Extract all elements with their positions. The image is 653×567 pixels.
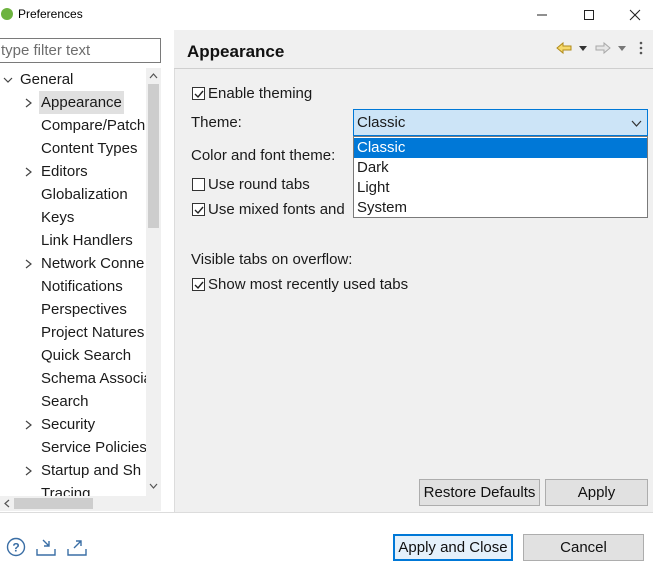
tree-item-label: Security [41, 416, 96, 433]
chevron-right-icon[interactable] [23, 160, 33, 183]
apply-and-close-button[interactable]: Apply and Close [393, 534, 513, 561]
theme-option-system[interactable]: System [354, 198, 647, 218]
scroll-left-icon[interactable] [0, 496, 14, 511]
filter-input[interactable] [0, 38, 161, 63]
tree-item-label: Schema Associa [41, 370, 146, 387]
view-menu-icon[interactable] [636, 40, 646, 56]
scroll-down-icon[interactable] [146, 478, 161, 494]
cancel-button[interactable]: Cancel [523, 534, 644, 561]
restore-defaults-button[interactable]: Restore Defaults [419, 479, 540, 506]
chevron-right-icon[interactable] [23, 252, 33, 275]
theme-option-dark[interactable]: Dark [354, 158, 647, 178]
enable-theming-checkbox[interactable] [192, 87, 205, 100]
tree-item-label: Search [41, 393, 89, 410]
chevron-right-icon[interactable] [23, 413, 33, 436]
help-icon[interactable]: ? [5, 536, 27, 558]
back-arrow-icon[interactable] [556, 40, 572, 56]
page-title: Appearance [187, 42, 285, 61]
theme-select[interactable]: Classic [353, 109, 648, 136]
color-font-theme-label: Color and font theme: [191, 147, 336, 164]
minimize-icon[interactable] [519, 0, 565, 30]
chevron-down-icon[interactable] [3, 68, 13, 91]
show-recent-tabs-label[interactable]: Show most recently used tabs [208, 276, 408, 293]
window-title: Preferences [18, 7, 83, 21]
svg-text:?: ? [12, 541, 19, 555]
tree-item-label: Project Natures [41, 324, 145, 341]
tree-item-label: Service Policies [41, 439, 146, 456]
theme-option-classic[interactable]: Classic [354, 138, 647, 158]
scroll-thumb[interactable] [148, 84, 159, 228]
apply-button[interactable]: Apply [545, 479, 648, 506]
show-recent-tabs-checkbox[interactable] [192, 278, 205, 291]
tree-item-label: Link Handlers [41, 232, 133, 249]
use-mixed-fonts-label[interactable]: Use mixed fonts and [208, 201, 345, 218]
back-menu-icon[interactable] [578, 40, 588, 56]
forward-menu-icon[interactable] [617, 40, 627, 56]
preference-page [174, 30, 653, 512]
chevron-down-icon[interactable] [630, 116, 642, 130]
tree-item-label: Editors [41, 163, 88, 180]
forward-arrow-icon[interactable] [595, 40, 611, 56]
preference-tree: General Appearance Compare/Patch Content T… [0, 68, 146, 498]
enable-theming-label[interactable]: Enable theming [208, 85, 312, 102]
scroll-up-icon[interactable] [146, 68, 161, 84]
theme-label: Theme: [191, 114, 242, 131]
tree-item-label: Appearance [39, 91, 124, 114]
scroll-thumb[interactable] [14, 498, 93, 509]
export-icon[interactable] [66, 536, 88, 558]
visible-tabs-label: Visible tabs on overflow: [191, 251, 353, 268]
tree-item-label: Startup and Sh [41, 462, 142, 479]
tree-item-label: Notifications [41, 278, 123, 295]
tree-item-label: Content Types [41, 140, 138, 157]
tree-horizontal-scrollbar[interactable] [0, 496, 161, 511]
chevron-right-icon[interactable] [23, 91, 33, 114]
import-icon[interactable] [35, 536, 57, 558]
tree-item-label: Network Conne [41, 255, 145, 272]
theme-dropdown-list: Classic Dark Light System [353, 136, 648, 218]
tree-item-label: Compare/Patch [41, 117, 146, 134]
use-round-tabs-label[interactable]: Use round tabs [208, 176, 310, 193]
app-icon [1, 8, 13, 20]
maximize-icon[interactable] [566, 0, 612, 30]
chevron-right-icon[interactable] [23, 459, 33, 482]
tree-item-label: Globalization [41, 186, 128, 203]
tree-item-label: Perspectives [41, 301, 127, 318]
use-mixed-fonts-checkbox[interactable] [192, 203, 205, 216]
tree-item-label: Keys [41, 209, 75, 226]
close-icon[interactable] [612, 0, 653, 30]
tree-vertical-scrollbar[interactable] [146, 68, 161, 496]
theme-option-light[interactable]: Light [354, 178, 647, 198]
theme-select-value: Classic [357, 114, 406, 131]
use-round-tabs-checkbox[interactable] [192, 178, 205, 191]
tree-item-label: General [20, 71, 74, 88]
tree-item-label: Quick Search [41, 347, 132, 364]
